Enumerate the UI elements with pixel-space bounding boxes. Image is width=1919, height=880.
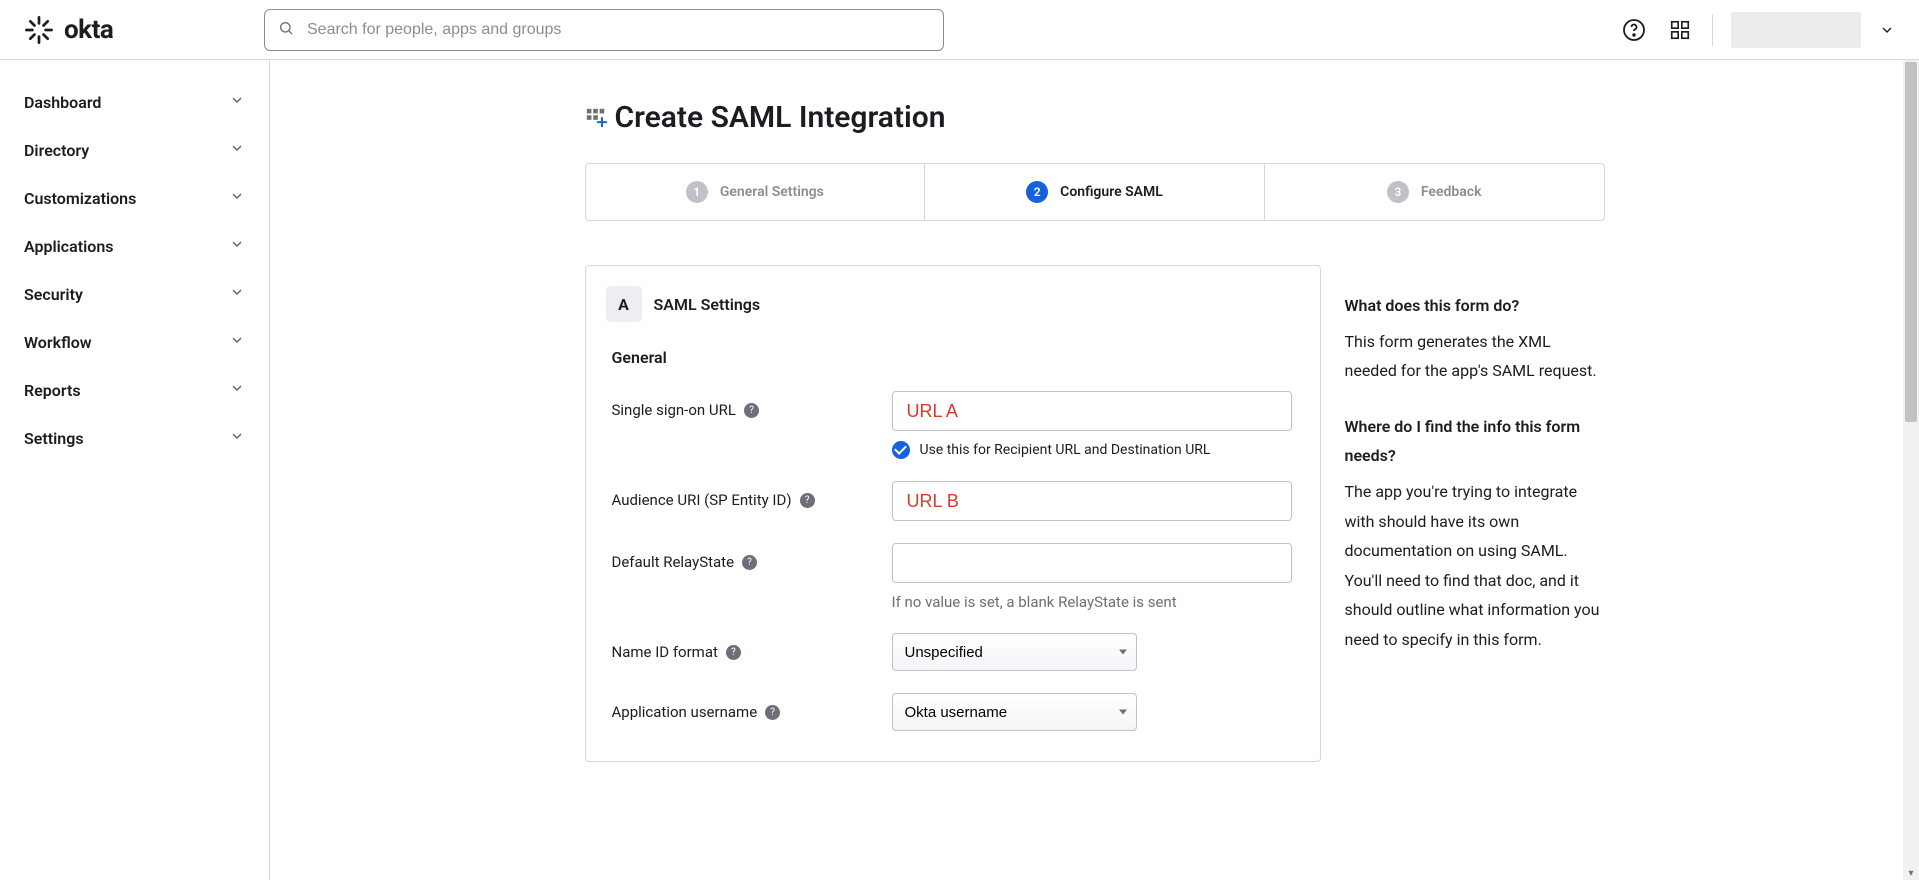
checkbox-label: Use this for Recipient URL and Destinati… [920, 442, 1211, 458]
sidebar-item-dashboard[interactable]: Dashboard [0, 78, 269, 126]
sidebar-item-reports[interactable]: Reports [0, 366, 269, 414]
section-title: SAML Settings [654, 295, 761, 314]
help-tooltip-icon[interactable]: ? [742, 555, 757, 570]
use-for-recipient-checkbox[interactable] [892, 441, 910, 459]
sidebar-item-applications[interactable]: Applications [0, 222, 269, 270]
user-menu[interactable] [1731, 12, 1861, 48]
chevron-down-icon [229, 380, 245, 400]
sidebar-item-settings[interactable]: Settings [0, 414, 269, 462]
sidebar-item-label: Dashboard [24, 93, 101, 112]
user-menu-caret-icon[interactable] [1879, 22, 1895, 38]
chevron-down-icon [229, 332, 245, 352]
sidebar-item-workflow[interactable]: Workflow [0, 318, 269, 366]
section-header: A SAML Settings [606, 286, 1300, 322]
search-input[interactable] [264, 9, 944, 51]
create-app-icon [585, 107, 607, 129]
step-label: Configure SAML [1060, 184, 1163, 200]
section-badge: A [606, 286, 642, 322]
page-title-row: Create SAML Integration [585, 100, 1605, 135]
sidebar-item-label: Security [24, 285, 83, 304]
sidebar-item-label: Reports [24, 381, 81, 400]
main: Create SAML Integration 1 General Settin… [270, 60, 1919, 880]
help-heading: What does this form do? [1345, 291, 1605, 321]
wizard-steps: 1 General Settings 2 Configure SAML 3 Fe… [585, 163, 1605, 221]
relay-state-input[interactable] [892, 543, 1292, 583]
field-label-text: Single sign-on URL [612, 401, 736, 419]
help-tooltip-icon[interactable]: ? [800, 493, 815, 508]
field-audience-uri: Audience URI (SP Entity ID) ? [606, 481, 1300, 521]
help-heading: Where do I find the info this form needs… [1345, 412, 1605, 471]
sidebar-item-security[interactable]: Security [0, 270, 269, 318]
app-username-select[interactable] [892, 693, 1137, 731]
step-number: 2 [1026, 181, 1048, 203]
chevron-down-icon [229, 92, 245, 112]
chevron-down-icon [229, 188, 245, 208]
field-nameid-format: Name ID format ? [606, 633, 1300, 671]
okta-sun-icon [24, 15, 54, 45]
sidebar-item-directory[interactable]: Directory [0, 126, 269, 174]
chevron-down-icon [229, 428, 245, 448]
field-label-text: Application username [612, 703, 758, 721]
sidebar-item-label: Applications [24, 237, 113, 256]
step-number: 1 [686, 181, 708, 203]
topbar: okta [0, 0, 1919, 60]
search-wrap [264, 9, 1620, 51]
chevron-down-icon [229, 140, 245, 160]
chevron-down-icon [229, 236, 245, 256]
field-label-text: Default RelayState [612, 553, 735, 571]
page-title: Create SAML Integration [615, 100, 946, 135]
field-label-text: Name ID format [612, 643, 718, 661]
step-configure-saml[interactable]: 2 Configure SAML [925, 164, 1265, 220]
help-tooltip-icon[interactable]: ? [726, 645, 741, 660]
sidebar-item-label: Directory [24, 141, 89, 160]
scroll-down-icon[interactable]: ▾ [1906, 868, 1916, 878]
help-tooltip-icon[interactable]: ? [765, 705, 780, 720]
audience-uri-input[interactable] [892, 481, 1292, 521]
step-label: Feedback [1421, 184, 1482, 200]
nameid-select[interactable] [892, 633, 1137, 671]
sidebar-item-label: Settings [24, 429, 84, 448]
chevron-down-icon [229, 284, 245, 304]
field-app-username: Application username ? [606, 693, 1300, 731]
subsection-general: General [606, 348, 1300, 367]
field-relay-state: Default RelayState ? If no value is set,… [606, 543, 1300, 611]
sidebar-item-label: Customizations [24, 189, 136, 208]
saml-settings-card: A SAML Settings General Single sign-on U… [585, 265, 1321, 762]
search-icon [278, 20, 294, 40]
scrollbar[interactable]: ▾ [1903, 60, 1919, 880]
logo-text: okta [64, 15, 113, 45]
field-sso-url: Single sign-on URL ? Use this for Recipi… [606, 391, 1300, 459]
step-general-settings[interactable]: 1 General Settings [586, 164, 926, 220]
sidebar-item-customizations[interactable]: Customizations [0, 174, 269, 222]
help-body: This form generates the XML needed for t… [1345, 327, 1605, 386]
field-label-text: Audience URI (SP Entity ID) [612, 491, 792, 509]
step-number: 3 [1387, 181, 1409, 203]
help-tooltip-icon[interactable]: ? [744, 403, 759, 418]
searchbox [264, 9, 944, 51]
step-feedback[interactable]: 3 Feedback [1265, 164, 1604, 220]
divider [1712, 14, 1713, 46]
help-body: The app you're trying to integrate with … [1345, 477, 1605, 655]
apps-grid-icon[interactable] [1666, 16, 1694, 44]
helper-text: If no value is set, a blank RelayState i… [892, 593, 1300, 611]
topbar-right [1620, 12, 1895, 48]
logo[interactable]: okta [24, 15, 264, 45]
help-icon[interactable] [1620, 16, 1648, 44]
sso-url-input[interactable] [892, 391, 1292, 431]
step-label: General Settings [720, 184, 824, 200]
scrollbar-thumb[interactable] [1905, 62, 1917, 422]
sidebar-item-label: Workflow [24, 333, 92, 352]
help-panel: What does this form do? This form genera… [1345, 265, 1605, 681]
sidebar: Dashboard Directory Customizations Appli… [0, 60, 270, 880]
